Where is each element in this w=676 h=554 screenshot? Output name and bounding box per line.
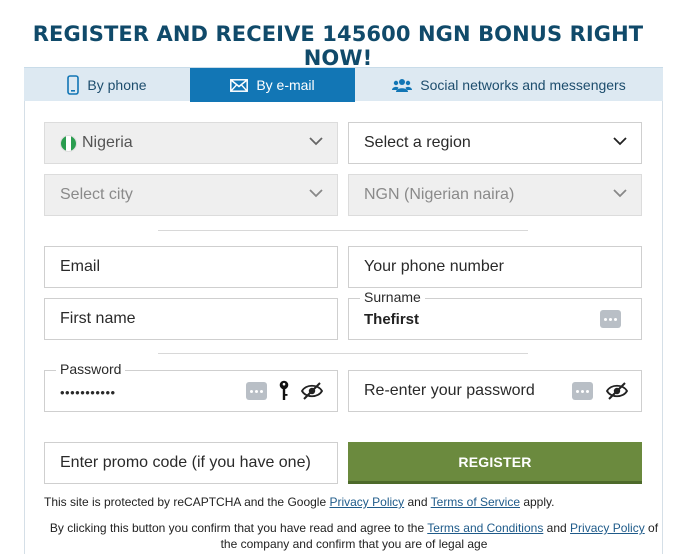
consent-text: the company and confirm that you are of … [220, 537, 488, 551]
password-manager-icon[interactable] [572, 382, 593, 400]
city-placeholder: Select city [60, 186, 133, 203]
google-terms-link[interactable]: Terms of Service [431, 495, 520, 509]
first-name-field[interactable]: First name [44, 298, 338, 340]
region-placeholder: Select a region [364, 134, 471, 151]
phone-icon [67, 75, 80, 95]
chevron-down-icon [309, 189, 323, 198]
privacy-policy-link[interactable]: Privacy Policy [570, 521, 645, 535]
register-button[interactable]: REGISTER [348, 442, 642, 484]
tab-by-email[interactable]: By e-mail [190, 68, 355, 102]
section-divider [158, 230, 528, 231]
email-field[interactable]: Email [44, 246, 338, 288]
eye-slash-icon[interactable] [605, 382, 629, 405]
eye-slash-icon[interactable] [300, 382, 324, 405]
surname-value: Thefirst [364, 311, 420, 328]
password-value: ••••••••••• [60, 384, 116, 400]
country-value: Nigeria [82, 134, 133, 151]
region-select[interactable]: Select a region [348, 122, 642, 164]
city-select[interactable]: Select city [44, 174, 338, 216]
chevron-down-icon [309, 137, 323, 146]
consent-notice: By clicking this button you confirm that… [44, 520, 664, 552]
promo-placeholder: Enter promo code (if you have one) [60, 454, 311, 471]
promo-code-field[interactable]: Enter promo code (if you have one) [44, 442, 338, 484]
recaptcha-text: and [404, 495, 431, 509]
tab-label: By phone [87, 77, 147, 93]
currency-value: NGN (Nigerian naira) [364, 186, 515, 203]
consent-text: of [644, 521, 659, 535]
key-icon[interactable] [278, 380, 290, 407]
recaptcha-text: apply. [520, 495, 555, 509]
phone-placeholder: Your phone number [364, 258, 504, 275]
people-icon [392, 78, 413, 93]
tab-social-networks[interactable]: Social networks and messengers [355, 68, 663, 102]
password-manager-icon[interactable] [600, 310, 621, 328]
google-privacy-link[interactable]: Privacy Policy [329, 495, 404, 509]
chevron-down-icon [613, 189, 627, 198]
repeat-password-placeholder: Re-enter your password [364, 382, 535, 399]
currency-select[interactable]: NGN (Nigerian naira) [348, 174, 642, 216]
tab-label: Social networks and messengers [420, 77, 626, 93]
chevron-down-icon [613, 137, 627, 146]
tab-label: By e-mail [256, 77, 315, 93]
recaptcha-notice: This site is protected by reCAPTCHA and … [44, 494, 644, 510]
page-headline: REGISTER AND RECEIVE 145600 NGN BONUS RI… [32, 22, 644, 70]
nigeria-flag-icon [60, 134, 77, 152]
terms-conditions-link[interactable]: Terms and Conditions [427, 521, 543, 535]
tab-by-phone[interactable]: By phone [24, 68, 190, 102]
envelope-icon [230, 78, 249, 92]
surname-label: Surname [360, 289, 425, 305]
email-placeholder: Email [60, 258, 101, 275]
phone-field[interactable]: Your phone number [348, 246, 642, 288]
repeat-password-field[interactable]: Re-enter your password [348, 370, 642, 412]
section-divider [158, 353, 528, 354]
password-label: Password [56, 361, 126, 377]
registration-tabs: By phone By e-mail Social networks and m… [24, 67, 663, 102]
password-manager-icon[interactable] [246, 382, 267, 400]
recaptcha-text: This site is protected by reCAPTCHA and … [44, 495, 330, 509]
first-name-placeholder: First name [60, 310, 136, 327]
consent-text: and [543, 521, 571, 535]
country-select[interactable]: Nigeria [44, 122, 338, 164]
consent-text: By clicking this button you confirm that… [49, 521, 428, 535]
